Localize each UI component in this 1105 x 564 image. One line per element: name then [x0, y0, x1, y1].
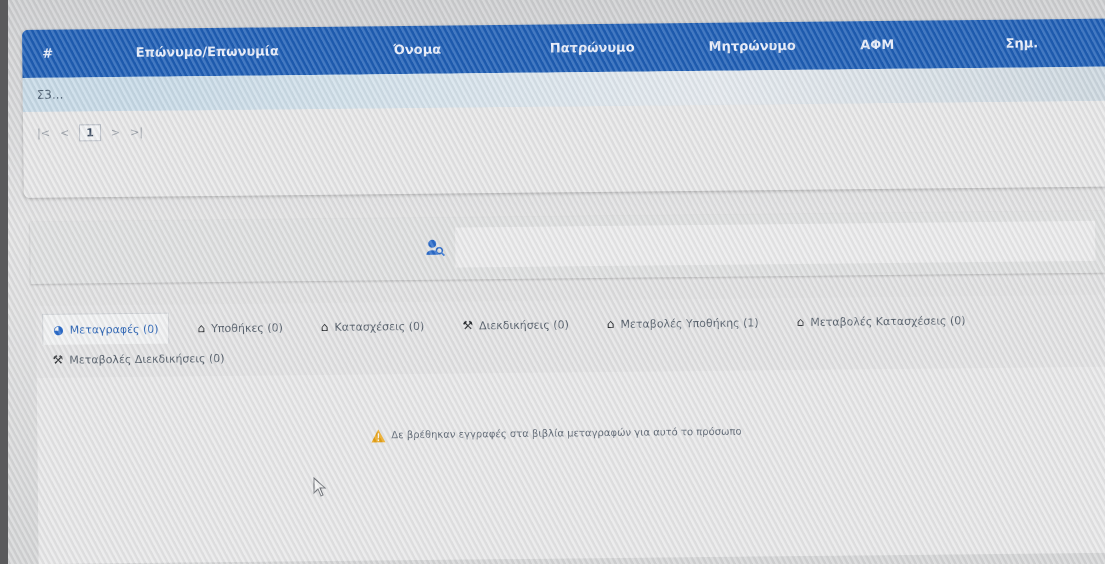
records-tabs-panel: ◕ Μεταγραφές (0) ⌂ Υποθήκες (0) ⌂ Κατασχ… [36, 294, 1105, 564]
pager-current-page[interactable]: 1 [79, 123, 101, 141]
tab-transfers[interactable]: ◕ Μεταγραφές (0) [42, 312, 170, 345]
tab-seizures[interactable]: ⌂ Κατασχέσεις (0) [311, 311, 435, 342]
user-search-icon [426, 239, 446, 257]
pager-prev-button[interactable]: < [60, 126, 69, 139]
house-icon: ⌂ [796, 314, 805, 330]
column-header-mother-name[interactable]: Μητρώνυμο [682, 38, 822, 54]
tab-claims[interactable]: ⚒ Διεκδικήσεις (0) [452, 309, 579, 340]
alert-text: Δε βρέθηκαν εγγραφές στα βιβλία μεταγραφ… [391, 426, 742, 442]
tab-claim-changes[interactable]: ⚒ Μεταβολές Διεκδικήσεις (0) [42, 343, 234, 375]
warning-icon [371, 429, 386, 443]
column-header-number[interactable]: # [22, 46, 82, 62]
column-header-notes[interactable]: Σημ. [932, 36, 1052, 52]
pager-last-button[interactable]: >| [130, 125, 143, 138]
tab-label: Υποθήκες (0) [211, 320, 283, 335]
tab-seizure-changes[interactable]: ⌂ Μεταβολές Κατασχέσεις (0) [787, 305, 976, 337]
pager-first-button[interactable]: |< [37, 126, 50, 139]
tab-label: Κατασχέσεις (0) [334, 319, 425, 334]
pager-next-button[interactable]: > [111, 125, 120, 138]
tab-bar: ◕ Μεταγραφές (0) ⌂ Υποθήκες (0) ⌂ Κατασχ… [36, 295, 1105, 375]
tab-label: Μεταβολές Υποθήκης (1) [620, 315, 759, 331]
tab-label: Διεκδικήσεις (0) [479, 317, 569, 332]
mouse-cursor-icon [313, 477, 327, 497]
house-icon: ⌂ [606, 316, 615, 332]
screen: # Επώνυμο/Επωνυμία Όνομα Πατρώνυμο Μητρώ… [0, 0, 1105, 564]
tab-label: Μεταβολές Διεκδικήσεις (0) [69, 351, 225, 367]
house-icon: ⌂ [320, 319, 329, 335]
tab-label: Μεταγραφές (0) [69, 322, 159, 337]
tab-label: Μεταβολές Κατασχέσεις (0) [810, 313, 966, 329]
monitor-bezel [0, 0, 8, 564]
column-header-father-name[interactable]: Πατρώνυμο [502, 40, 682, 57]
gavel-icon: ⚒ [52, 352, 64, 367]
results-table-panel: # Επώνυμο/Επωνυμία Όνομα Πατρώνυμο Μητρώ… [22, 18, 1105, 198]
pie-chart-icon: ◕ [53, 322, 64, 337]
person-search-input[interactable] [455, 220, 1096, 268]
table-cell-first: Σ3... [36, 87, 64, 102]
tab-content: Δε βρέθηκαν εγγραφές στα βιβλία μεταγραφ… [36, 366, 1105, 564]
tab-mortgage-changes[interactable]: ⌂ Μεταβολές Υποθήκης (1) [597, 307, 769, 339]
gavel-icon: ⚒ [462, 318, 474, 333]
column-header-afm[interactable]: ΑΦΜ [822, 37, 932, 53]
house-icon: ⌂ [197, 321, 206, 336]
column-header-surname[interactable]: Επώνυμο/Επωνυμία [82, 43, 332, 61]
column-header-name[interactable]: Όνομα [332, 41, 502, 58]
tab-mortgages[interactable]: ⌂ Υποθήκες (0) [187, 312, 293, 343]
person-search-bar [30, 210, 1105, 284]
no-records-alert: Δε βρέθηκαν εγγραφές στα βιβλία μεταγραφ… [371, 426, 742, 443]
